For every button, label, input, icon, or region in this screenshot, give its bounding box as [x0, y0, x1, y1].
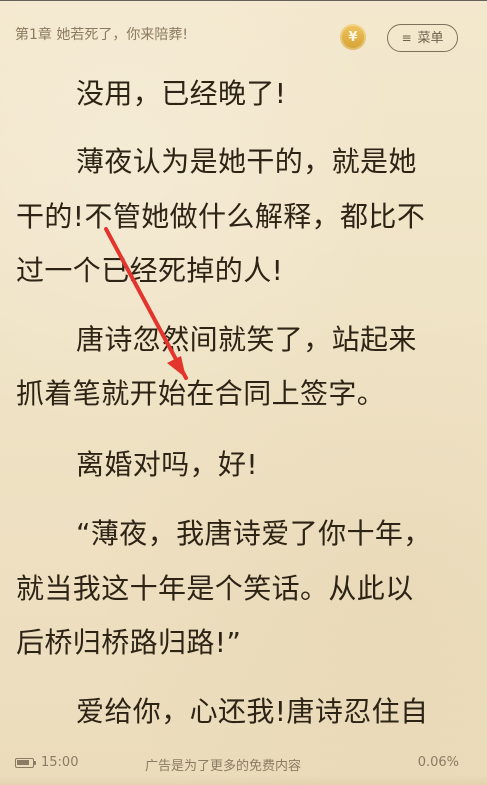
time-text: 15:00	[41, 755, 79, 770]
paragraph-line: 就当我这十年是个笑话。从此以	[16, 572, 414, 605]
paragraph-line: 薄夜认为是她干的，就是她	[76, 145, 417, 178]
paragraph-line: “薄夜，我唐诗爱了你十年，	[76, 517, 432, 550]
paragraph-line: 抓着笔就开始在合同上签字。	[16, 377, 386, 410]
progress-text: 0.06%	[417, 755, 459, 770]
paragraph-line: 没用，已经晚了!	[76, 77, 287, 110]
reader-footer: 15:00 广告是为了更多的免费内容 0.06%	[0, 749, 487, 775]
paragraph-line: 离婚对吗，好!	[76, 448, 259, 481]
paragraph-line: 唐诗忽然间就笑了，站起来	[76, 323, 417, 356]
bottom-shade	[0, 775, 487, 785]
reading-content: 没用，已经晚了! 薄夜认为是她干的，就是她 干的!不管她做什么解释，都比不 过一…	[0, 0, 487, 785]
ad-text: 广告是为了更多的免费内容	[145, 759, 302, 774]
paragraph-line: 干的!不管她做什么解释，都比不	[16, 200, 426, 233]
paragraph-line: 后桥归桥路归路!”	[16, 626, 242, 659]
paragraph-line: 过一个已经死掉的人!	[16, 254, 284, 287]
paragraph-line: 爱给你，心还我!唐诗忍住自	[76, 695, 429, 728]
battery-icon	[15, 758, 36, 768]
